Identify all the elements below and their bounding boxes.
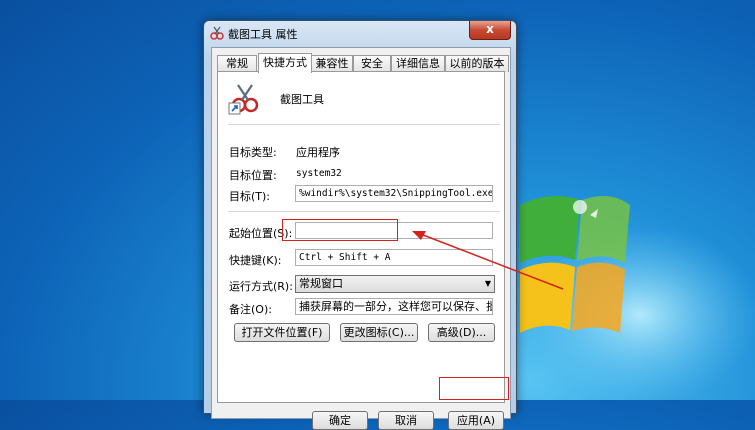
snipping-tool-icon (228, 82, 261, 115)
target-location-value: system32 (296, 168, 342, 179)
close-icon: x (486, 22, 494, 36)
run-select[interactable]: 常规窗口 ▼ (295, 275, 495, 293)
open-file-location-button[interactable]: 打开文件位置(F) (234, 323, 330, 342)
ok-button[interactable]: 确定 (312, 411, 368, 430)
close-button[interactable]: x (469, 21, 511, 40)
snipping-tool-title-icon (210, 26, 224, 40)
advanced-button[interactable]: 高级(D)... (428, 323, 495, 342)
app-name: 截图工具 (280, 93, 324, 106)
run-select-value: 常规窗口 (299, 277, 343, 290)
shortcut-key-label: 快捷键(K): (229, 254, 282, 267)
target-location-label: 目标位置: (229, 169, 277, 182)
target-type-label: 目标类型: (229, 146, 277, 159)
window-title: 截图工具 属性 (228, 28, 298, 41)
comment-input[interactable]: 捕获屏幕的一部分，这样您可以保存、批注或 (295, 298, 493, 315)
apply-highlight-box (439, 377, 509, 400)
tab-security[interactable]: 安全 (353, 55, 391, 72)
target-input[interactable]: %windir%\system32\SnippingTool.exe (295, 185, 493, 202)
change-icon-button[interactable]: 更改图标(C)... (340, 323, 418, 342)
target-label: 目标(T): (229, 190, 271, 203)
tab-details[interactable]: 详细信息 (391, 55, 445, 72)
properties-dialog: 截图工具 属性 x 常规 快捷方式 兼容性 安全 详细信息 以前的版本 截图工具 (203, 20, 517, 430)
tab-previous-versions[interactable]: 以前的版本 (445, 55, 509, 72)
tab-compatibility[interactable]: 兼容性 (311, 55, 353, 72)
apply-button[interactable]: 应用(A) (448, 411, 504, 430)
target-type-value: 应用程序 (296, 146, 340, 159)
title-bar[interactable]: 截图工具 属性 x (204, 21, 516, 45)
divider (228, 124, 500, 125)
run-label: 运行方式(R): (229, 280, 293, 293)
divider (228, 211, 500, 212)
dropdown-arrow-icon: ▼ (484, 279, 491, 288)
tab-shortcut[interactable]: 快捷方式 (258, 53, 312, 73)
windows-logo-wallpaper (520, 196, 755, 400)
cancel-button[interactable]: 取消 (378, 411, 434, 430)
shortcut-highlight-box (282, 219, 398, 241)
tab-general[interactable]: 常规 (217, 55, 257, 72)
comment-label: 备注(O): (229, 303, 272, 316)
shortcut-key-input[interactable]: Ctrl + Shift + A (295, 249, 493, 266)
